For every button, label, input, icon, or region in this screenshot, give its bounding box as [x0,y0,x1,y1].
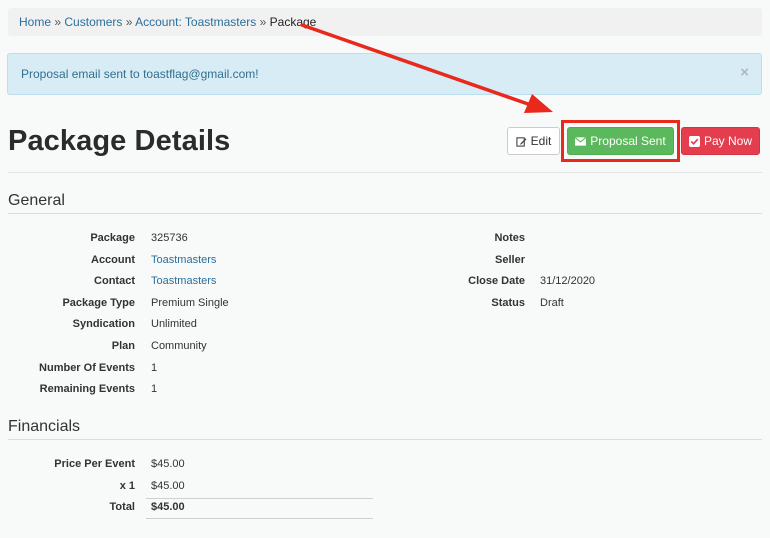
close-date-value: 31/12/2020 [540,275,596,287]
field-label: Syndication [72,318,135,330]
breadcrumb: Home » Customers » Account: Toastmasters… [8,8,762,36]
breadcrumb-account[interactable]: Account: Toastmasters [135,15,256,29]
field-label: Plan [111,340,135,352]
check-square-icon [688,135,700,147]
close-icon[interactable]: × [740,65,749,80]
package-id: 325736 [151,232,188,244]
edit-button[interactable]: Edit [507,127,560,155]
contact-link[interactable]: Toastmasters [151,275,216,287]
field-label: Remaining Events [39,383,135,395]
field-label: Seller [495,254,525,266]
pay-label: Pay Now [703,134,753,148]
field-label: Account [91,254,135,266]
number-of-events-value: 1 [151,362,158,374]
field-label: Price Per Event [54,458,135,470]
breadcrumb-separator: » [54,15,62,29]
financials-title: Financials [8,418,81,435]
field-label: Package [90,232,135,244]
remaining-events-value: 1 [151,383,158,395]
general-divider [8,213,762,214]
title-divider [8,172,762,173]
general-title: General [8,192,65,209]
plan-value: Community [151,340,207,352]
info-alert: Proposal email sent to toastflag@gmail.c… [7,53,762,95]
edit-label: Edit [530,134,552,148]
field-label: Total [109,501,135,513]
package-type-value: Premium Single [151,297,229,309]
field-label: Status [491,297,525,309]
status-value: Draft [540,297,564,309]
breadcrumb-separator: » [125,15,133,29]
total-value: $45.00 [151,501,185,513]
price-per-event-value: $45.00 [151,458,185,470]
syndication-value: Unlimited [151,318,197,330]
field-label: Contact [94,275,135,287]
total-bottom-divider [146,518,373,519]
field-label: x 1 [119,480,135,492]
subtotal-value: $45.00 [151,480,185,492]
pay-now-button[interactable]: Pay Now [681,127,760,155]
highlight-box [561,120,680,162]
field-label: Package Type [62,297,135,309]
field-label: Notes [494,232,525,244]
breadcrumb-separator: » [259,15,267,29]
account-link[interactable]: Toastmasters [151,254,216,266]
field-label: Close Date [468,275,525,287]
breadcrumb-current: Package [269,15,317,29]
field-label: Number Of Events [39,362,135,374]
financials-divider [8,439,762,440]
edit-icon [516,136,527,147]
breadcrumb-home[interactable]: Home [19,15,51,29]
page-title: Package Details [8,125,231,157]
alert-message: Proposal email sent to toastflag@gmail.c… [21,67,259,81]
total-divider [146,498,373,499]
breadcrumb-customers[interactable]: Customers [64,15,122,29]
